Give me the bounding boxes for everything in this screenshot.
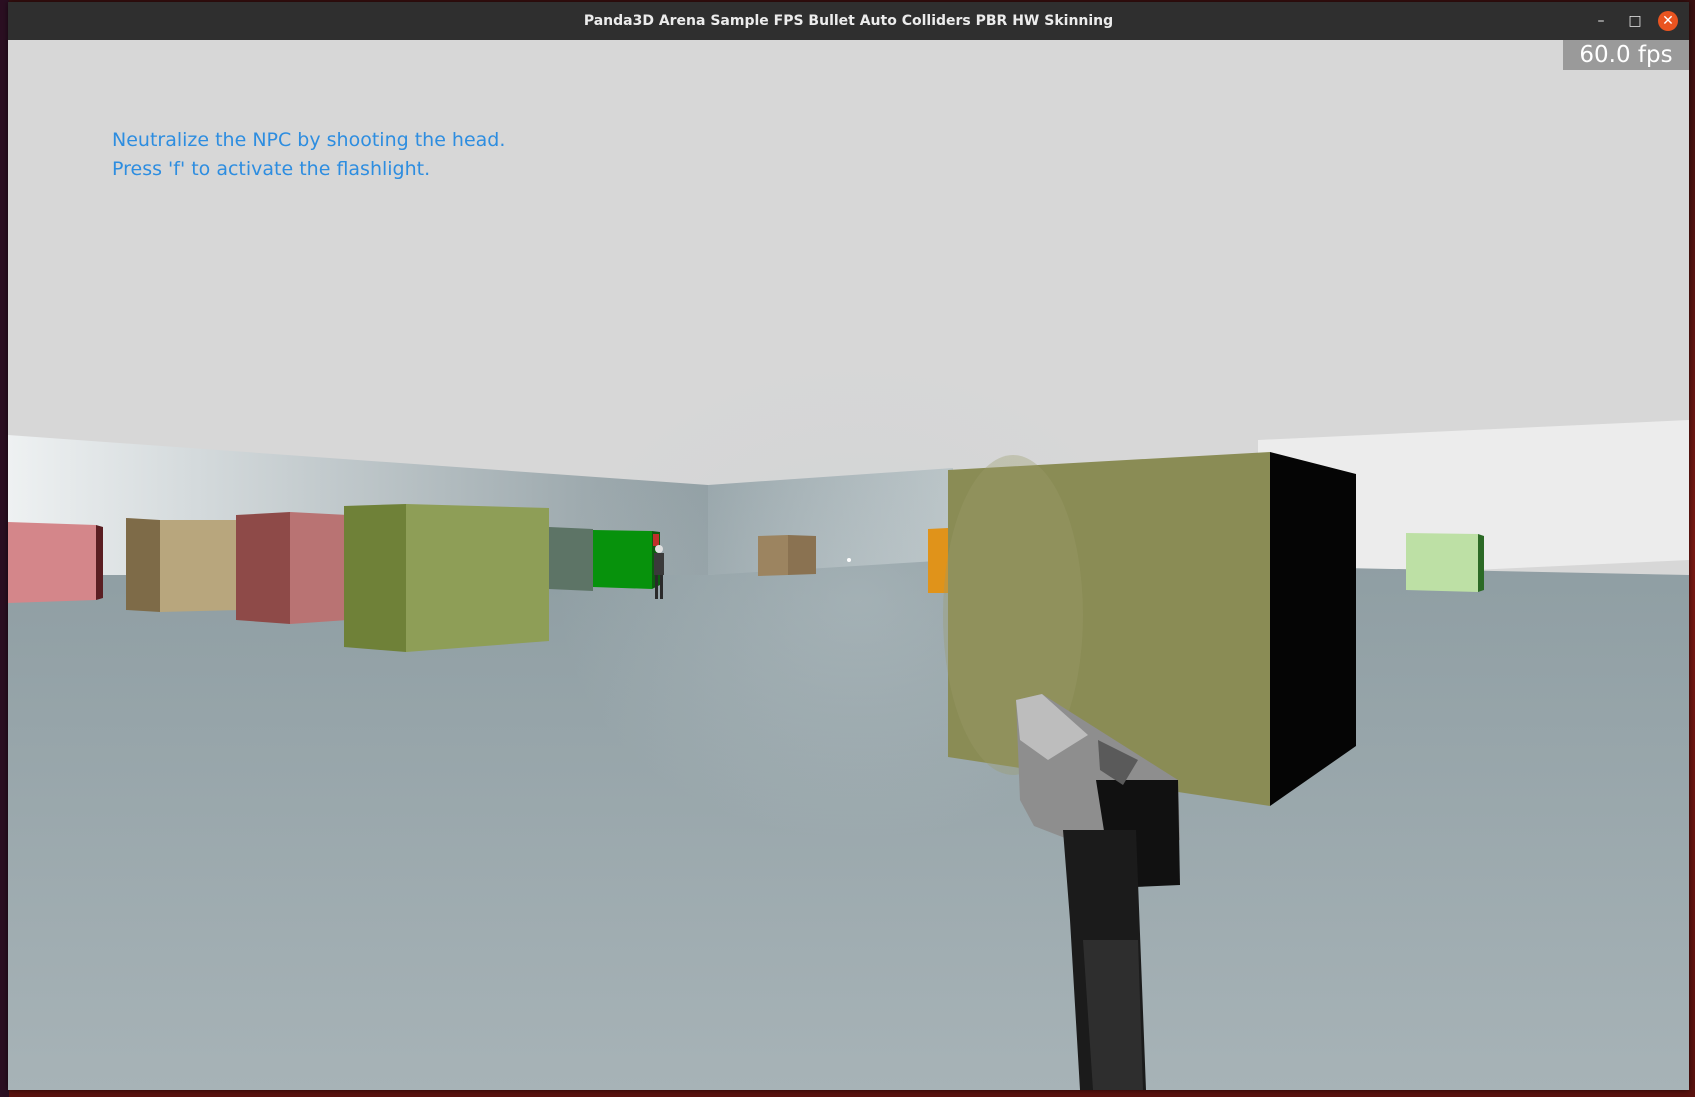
pink-box [8, 522, 103, 603]
fps-counter: 60.0 fps [1563, 40, 1689, 70]
app-window: Panda3D Arena Sample FPS Bullet Auto Col… [8, 2, 1689, 1090]
red-box [236, 512, 348, 624]
minimize-button[interactable]: – [1591, 11, 1611, 31]
maximize-button[interactable]: □ [1625, 11, 1645, 31]
instruction-line-1: Neutralize the NPC by shooting the head. [112, 129, 506, 151]
olive-box [344, 504, 549, 652]
crosshair [847, 558, 851, 562]
instructions-overlay: Neutralize the NPC by shooting the head.… [112, 126, 505, 184]
window-titlebar[interactable]: Panda3D Arena Sample FPS Bullet Auto Col… [8, 2, 1689, 40]
game-viewport[interactable]: 60.0 fps Neutralize the NPC by shooting … [8, 40, 1689, 1090]
instruction-line-2: Press 'f' to activate the flashlight. [112, 158, 431, 180]
brown-box [758, 535, 816, 576]
teal-box [549, 527, 593, 591]
window-title: Panda3D Arena Sample FPS Bullet Auto Col… [583, 13, 1114, 29]
tan-box [126, 518, 240, 612]
scene-canvas [8, 40, 1689, 1090]
green-box [593, 530, 660, 589]
light-green-box [1406, 533, 1484, 592]
close-button[interactable]: ✕ [1658, 11, 1678, 31]
large-olive-box [943, 452, 1356, 806]
